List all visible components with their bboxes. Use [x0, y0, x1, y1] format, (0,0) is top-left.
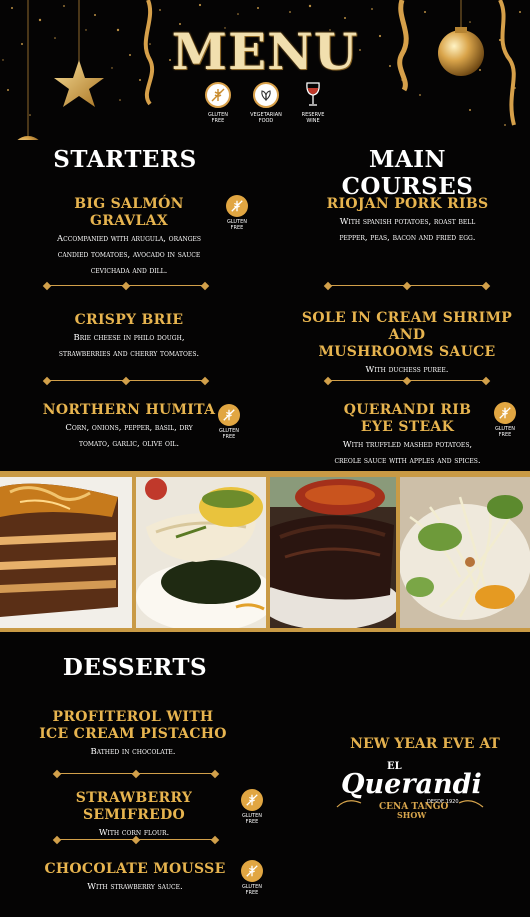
- steak-dish-photo: [270, 477, 396, 628]
- fish-dish-photo: [136, 477, 266, 628]
- el-querandi-logo: EL Querandi DESDE 1920 CENA TANGO SHOW: [335, 757, 485, 820]
- dish-description: With duchess puree.: [365, 365, 449, 375]
- legend-reserve-wine: RESERVE WINE: [283, 82, 343, 124]
- dish-name: BIG SALMÓN GRAVLAX: [74, 196, 184, 229]
- dish-name: RIOJAN PORK RIBS: [326, 196, 489, 212]
- dish-name: NORTHERN HUMITA: [42, 402, 216, 418]
- main-course-item: RIOJAN PORK RIBS With spanish potatoes, …: [300, 196, 515, 246]
- new-year-eve-title: NEW YEAR EVE AT: [350, 736, 500, 752]
- menu-title: MENU: [171, 22, 359, 81]
- gluten-free-badge: GLUTEN FREE: [214, 404, 244, 440]
- dish-description: With strawberry sauce.: [87, 882, 183, 892]
- dish-name: STRAWBERRY SEMIFREDO: [75, 790, 193, 823]
- dish-description: With spanish potatoes, roast bell pepper,…: [339, 217, 476, 243]
- salad-dish-photo: [400, 477, 530, 628]
- dish-description: Accompanied with arugula, oranges candied…: [57, 234, 201, 276]
- menu-page: MENU GLUTEN FREE VEGETARIAN FOOD RESERVE WI…: [0, 0, 530, 917]
- svg-text:Querandi: Querandi: [341, 769, 482, 800]
- dish-description: Brie cheese in philo dough, strawberries …: [58, 333, 200, 359]
- starters-heading: STARTERS: [53, 146, 197, 173]
- gluten-free-icon: [205, 82, 231, 108]
- desserts-heading: DESSERTS: [62, 654, 208, 681]
- wine-glass-icon: [300, 82, 326, 108]
- section-divider: [323, 376, 491, 386]
- gluten-free-icon: [218, 404, 240, 426]
- main-courses-heading: MAIN COURSES: [341, 146, 474, 200]
- dish-description: Corn, onions, pepper, basil, dry tomato, …: [65, 423, 193, 449]
- gluten-free-badge: GLUTEN FREE: [490, 402, 520, 438]
- gluten-free-badge: GLUTEN FREE: [237, 860, 267, 896]
- gluten-free-badge: GLUTEN FREE: [222, 195, 252, 231]
- dish-description: With truffled mashed potatoes, creole sau…: [334, 440, 481, 466]
- gluten-free-icon: [226, 195, 248, 217]
- gluten-free-badge: GLUTEN FREE: [237, 789, 267, 825]
- icon-legend: GLUTEN FREE VEGETARIAN FOOD RESERVE WINE: [0, 82, 530, 132]
- gluten-free-icon: [241, 860, 263, 882]
- food-photo-strip: [0, 471, 530, 632]
- main-course-item: SOLE IN CREAM SHRIMP AND MUSHROOMS SAUCE …: [296, 310, 518, 378]
- dish-name: CHOCOLATE MOUSSE: [44, 861, 226, 877]
- section-divider: [42, 376, 210, 386]
- dessert-item: STRAWBERRY SEMIFREDO With corn flour.: [28, 790, 240, 841]
- dessert-item: PROFITEROL WITH ICE CREAM PISTACHO Bathed…: [28, 709, 238, 760]
- starter-item: BIG SALMÓN GRAVLAX Accompanied with arug…: [34, 196, 224, 279]
- starter-item: CRISPY BRIE Brie cheese in philo dough, s…: [24, 312, 234, 362]
- dessert-item: CHOCOLATE MOUSSE With strawberry sauce.: [40, 861, 230, 895]
- dish-description: Bathed in chocolate.: [90, 747, 176, 757]
- dish-name: CRISPY BRIE: [74, 312, 184, 328]
- section-divider: [323, 281, 491, 291]
- section-divider: [52, 769, 220, 779]
- dish-name: SOLE IN CREAM SHRIMP AND MUSHROOMS SAUCE: [301, 310, 513, 360]
- main-course-item: QUERANDI RIB EYE STEAK With truffled mash…: [305, 402, 510, 469]
- dish-name: QUERANDI RIB EYE STEAK: [343, 402, 472, 435]
- vegetarian-leaf-icon: [253, 82, 279, 108]
- starter-item: NORTHERN HUMITA Corn, onions, pepper, ba…: [34, 402, 224, 452]
- dessert-cake-photo: [0, 477, 132, 628]
- gluten-free-icon: [494, 402, 516, 424]
- svg-text:SHOW: SHOW: [397, 810, 427, 819]
- gluten-free-icon: [241, 789, 263, 811]
- dish-name: PROFITEROL WITH ICE CREAM PISTACHO: [39, 709, 227, 742]
- section-divider: [52, 835, 220, 845]
- section-divider: [42, 281, 210, 291]
